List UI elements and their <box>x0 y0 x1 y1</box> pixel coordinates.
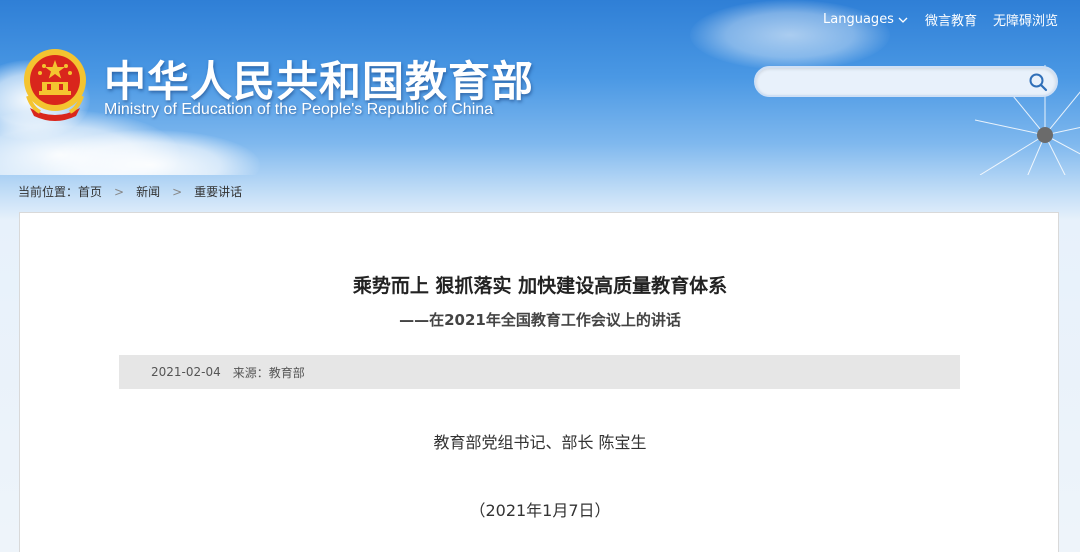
article-card: 乘势而上 狠抓落实 加快建设高质量教育体系 ——在2021年全国教育工作会议上的… <box>19 212 1059 552</box>
breadcrumb-item-news[interactable]: 新闻 <box>136 183 160 200</box>
weiyan-link[interactable]: 微言教育 <box>925 10 977 29</box>
national-emblem-icon <box>24 49 86 121</box>
search-icon[interactable] <box>1028 72 1048 92</box>
breadcrumb-item-speeches[interactable]: 重要讲话 <box>194 183 242 200</box>
article-meta-bar: 2021-02-04 来源：教育部 <box>119 355 960 389</box>
accessible-browsing-link[interactable]: 无障碍浏览 <box>993 10 1058 29</box>
article-subtitle: ——在2021年全国教育工作会议上的讲话 <box>399 311 681 329</box>
breadcrumb-separator: > <box>114 184 125 199</box>
article-date: 2021-02-04 <box>151 365 221 379</box>
site-logo-chinese: 中华人民共和国教育部 <box>104 57 535 106</box>
chevron-down-icon <box>898 17 908 23</box>
site-logo-english: Ministry of Education of the People's Re… <box>104 101 494 118</box>
languages-dropdown[interactable]: Languages <box>823 12 909 27</box>
top-links: Languages 微言教育 无障碍浏览 <box>823 10 1058 29</box>
breadcrumb-prefix: 当前位置： <box>18 185 79 199</box>
breadcrumb: 当前位置： 首页 > 新闻 > 重要讲话 <box>18 183 242 200</box>
languages-label: Languages <box>823 12 894 27</box>
breadcrumb-item-home[interactable]: 首页 <box>78 183 102 200</box>
site-header: Languages 微言教育 无障碍浏览 中华人民共和国教育部 Ministry… <box>0 0 1080 175</box>
breadcrumb-separator: > <box>172 184 183 199</box>
article-author: 教育部党组书记、部长 陈宝生 <box>433 433 647 452</box>
article-source: 来源：教育部 <box>232 365 305 380</box>
article-title: 乘势而上 狠抓落实 加快建设高质量教育体系 <box>352 275 728 297</box>
search-box <box>754 66 1058 97</box>
article-speech-date: （2021年1月7日） <box>469 501 611 520</box>
search-input[interactable] <box>768 72 1018 92</box>
